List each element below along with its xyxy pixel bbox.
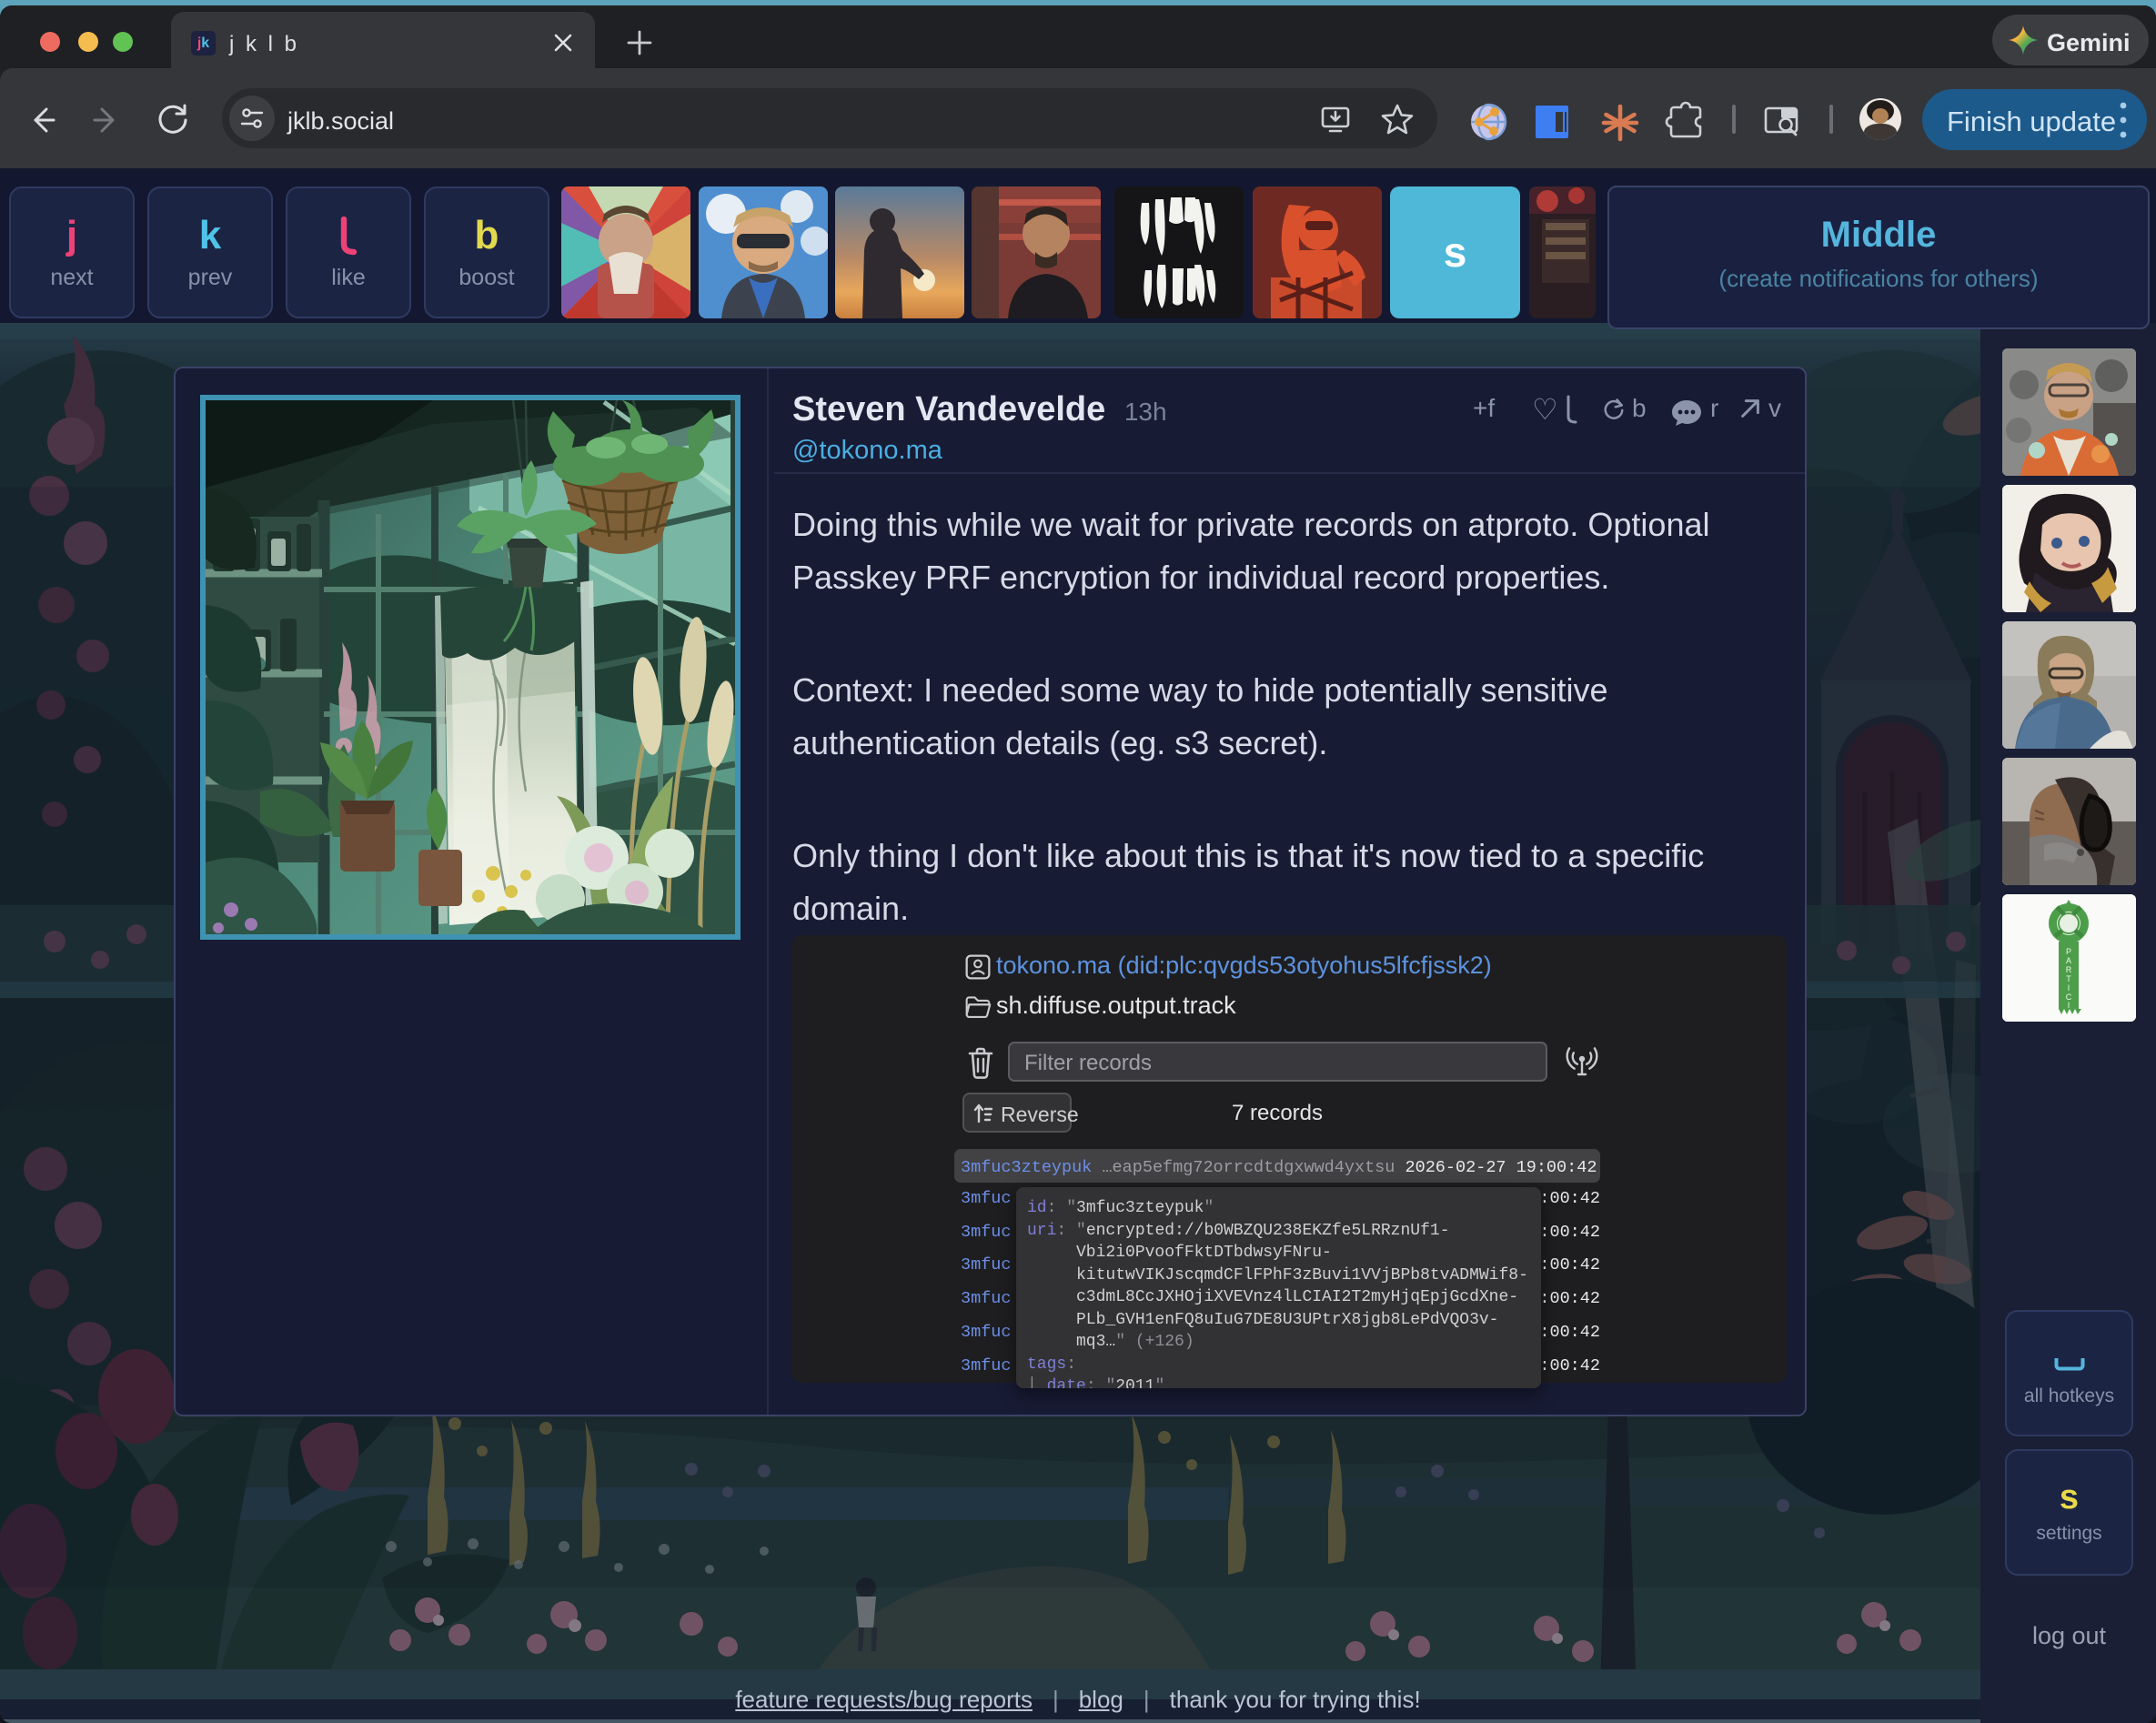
- svg-text:R: R: [2066, 965, 2072, 974]
- svg-text:T: T: [2066, 974, 2071, 983]
- svg-text:P: P: [2066, 947, 2071, 956]
- svg-text:A: A: [2066, 956, 2071, 965]
- svg-text:I: I: [2068, 1001, 2070, 1010]
- svg-text:I: I: [2068, 983, 2070, 992]
